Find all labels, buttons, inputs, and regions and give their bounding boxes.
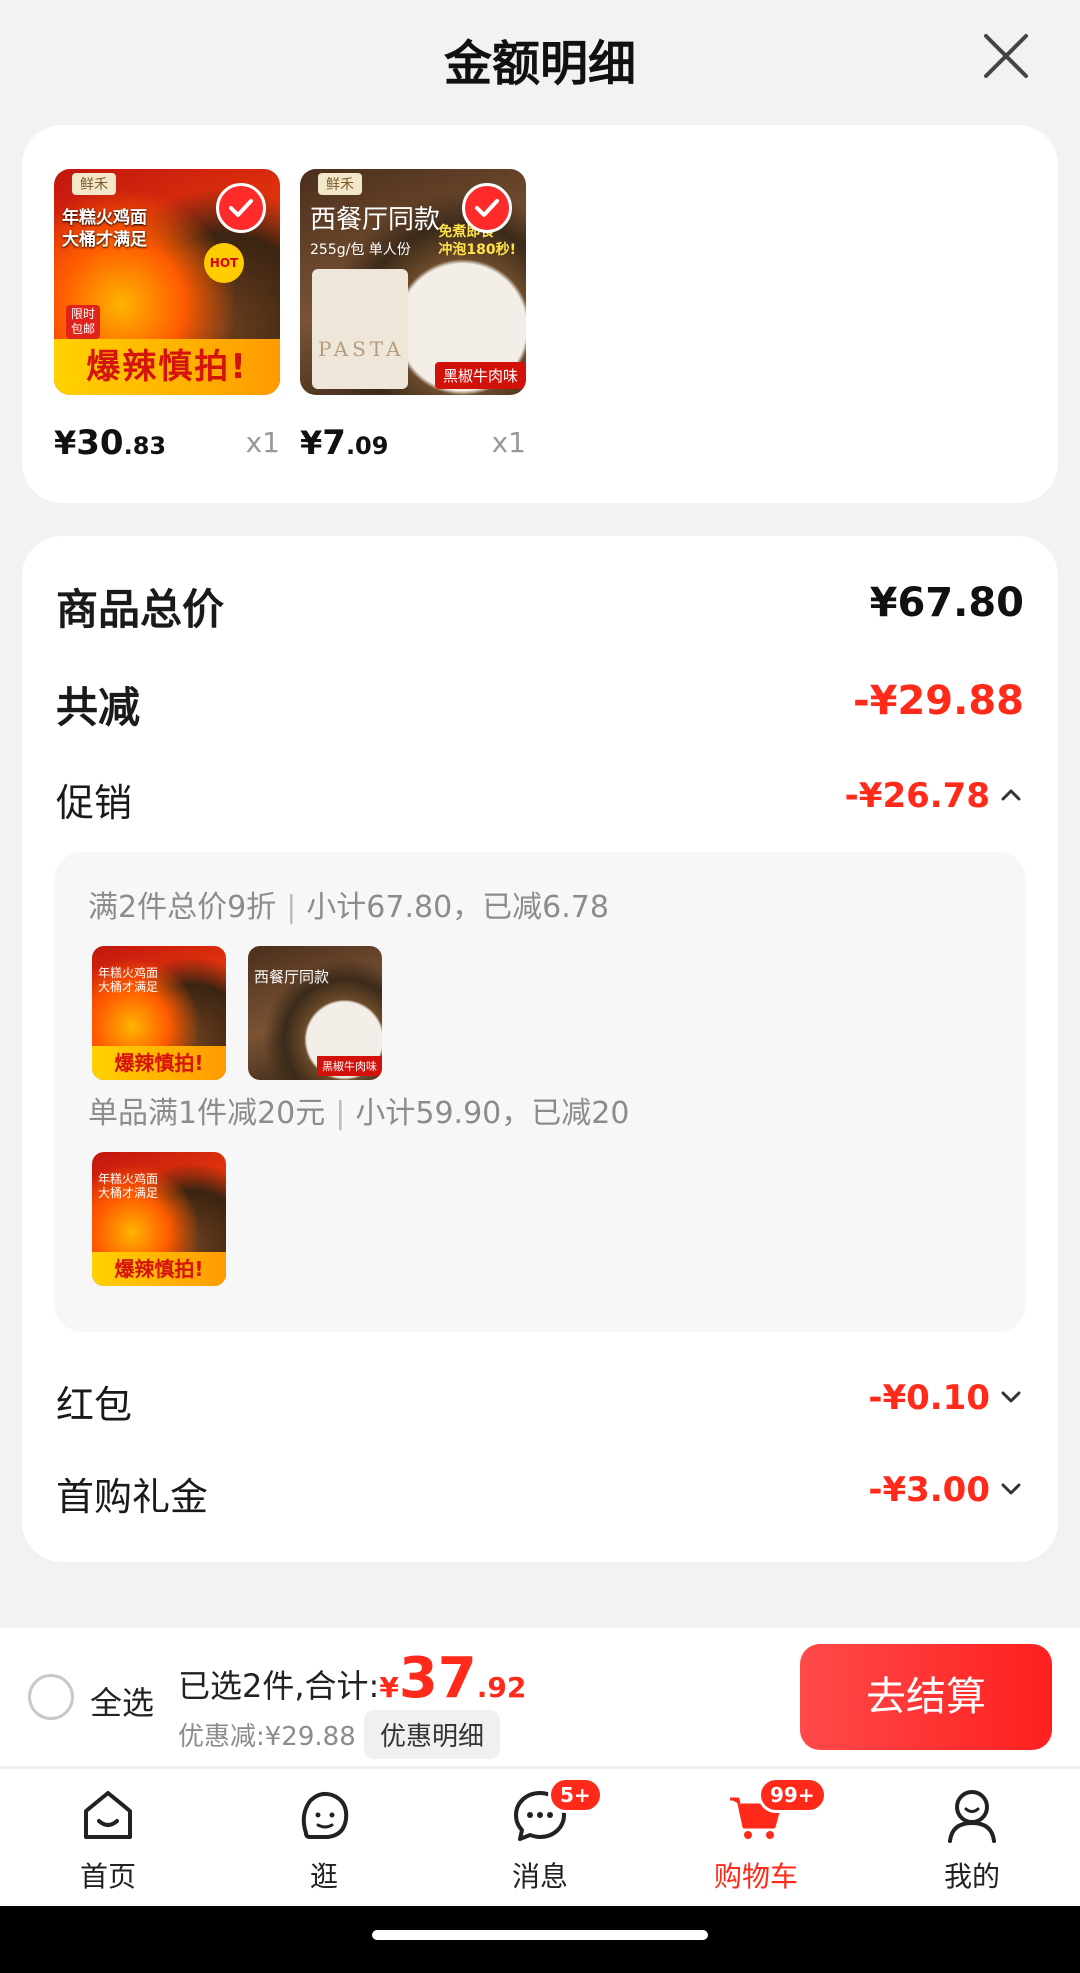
red-packet-value: -¥0.10 <box>868 1378 990 1418</box>
order-total: 已选2件,合计:¥37.92 <box>178 1646 527 1711</box>
promotion-label: 促销 <box>56 781 133 825</box>
bottom-tab-bar: 首页 逛 5+ 消息 99+ 购物车 我的 <box>0 1768 1080 1906</box>
first-purchase-bonus-value: -¥3.00 <box>868 1470 990 1510</box>
promo-rule: 满2件总价9折 | 小计67.80，已减6.78 <box>88 890 609 925</box>
product-flavor-tag: 黑椒牛肉味 <box>434 362 526 389</box>
tab-label: 购物车 <box>713 1860 798 1893</box>
promotion-details: 满2件总价9折 | 小计67.80，已减6.78 年糕火鸡面 大桶才满足 爆辣慎拍!… <box>54 852 1026 1332</box>
select-all-radio[interactable] <box>28 1674 74 1720</box>
profile-icon[interactable] <box>942 1785 1002 1845</box>
checkout-button[interactable]: 去结算 <box>800 1644 1052 1750</box>
close-icon[interactable] <box>980 30 1032 82</box>
promo-product-thumbnail[interactable]: 年糕火鸡面 大桶才满足 爆辣慎拍! <box>92 1152 226 1286</box>
brand-tag: 鲜禾 <box>72 173 116 195</box>
discount-detail-button[interactable]: 优惠明细 <box>364 1710 501 1759</box>
product-quantity: x1 <box>491 426 526 459</box>
tab-profile[interactable]: 我的 <box>902 1781 1042 1901</box>
promo-product-thumbnail[interactable]: 西餐厅同款 黑椒牛肉味 <box>248 946 382 1080</box>
system-navigation-bar <box>0 1906 1080 1973</box>
selected-check-icon[interactable] <box>216 183 266 233</box>
product-thumbnail[interactable]: 鲜禾 西餐厅同款 255g/包 单人份 免煮即食 冲泡180秒! PASTA 黑… <box>300 169 526 395</box>
tab-label: 我的 <box>943 1860 1000 1893</box>
product-item[interactable]: 鲜禾 西餐厅同款 255g/包 单人份 免煮即食 冲泡180秒! PASTA 黑… <box>300 169 526 463</box>
promo-product-thumbnail[interactable]: 年糕火鸡面 大桶才满足 爆辣慎拍! <box>92 946 226 1080</box>
product-thumbnail[interactable]: 鲜禾 年糕火鸡面 大桶才满足 HOT 限时 包邮 爆辣慎拍! <box>54 169 280 395</box>
product-price-row: ¥7.09 x1 <box>300 415 526 463</box>
checkout-bar: 全选 已选2件,合计:¥37.92 优惠减:¥29.88 优惠明细 去结算 <box>0 1628 1080 1766</box>
tab-browse[interactable]: 逛 <box>254 1781 394 1901</box>
browse-face-icon[interactable] <box>294 1785 354 1845</box>
promo-rule: 单品满1件减20元 | 小计59.90，已减20 <box>88 1096 630 1131</box>
product-list-card: 鲜禾 年糕火鸡面 大桶才满足 HOT 限时 包邮 爆辣慎拍! ¥30.83 x1… <box>22 125 1058 503</box>
product-spec: 255g/包 单人份 <box>310 242 411 258</box>
message-badge: 5+ <box>548 1777 603 1813</box>
red-packet-label: 红包 <box>56 1383 133 1427</box>
product-banner: 爆辣慎拍! <box>54 339 280 395</box>
product-price: ¥7.09 <box>300 423 389 463</box>
selected-check-icon[interactable] <box>462 183 512 233</box>
saved-amount: 优惠减:¥29.88 <box>178 1722 356 1752</box>
tab-cart[interactable]: 99+ 购物车 <box>686 1777 827 1901</box>
chevron-down-icon[interactable] <box>998 1476 1024 1502</box>
product-price: ¥30.83 <box>54 423 167 463</box>
tab-label: 逛 <box>309 1860 338 1893</box>
discount-row: 共减 -¥29.88 <box>56 674 1024 734</box>
product-headline: 西餐厅同款 <box>310 205 441 235</box>
product-package: PASTA <box>312 269 408 389</box>
total-price-row: 商品总价 ¥67.80 <box>56 576 1024 636</box>
brand-tag: 鲜禾 <box>318 173 362 195</box>
first-purchase-bonus-label: 首购礼金 <box>56 1475 209 1519</box>
promotion-value: -¥26.78 <box>844 776 990 816</box>
select-all-label[interactable]: 全选 <box>90 1678 154 1724</box>
chevron-up-icon[interactable] <box>998 782 1024 808</box>
red-packet-row[interactable]: 红包 -¥0.10 <box>56 1374 1024 1427</box>
header: 金额明细 <box>0 0 1080 118</box>
tab-label: 消息 <box>511 1860 568 1893</box>
product-item[interactable]: 鲜禾 年糕火鸡面 大桶才满足 HOT 限时 包邮 爆辣慎拍! ¥30.83 x1 <box>54 169 280 463</box>
tab-home[interactable]: 首页 <box>38 1781 178 1901</box>
home-indicator[interactable] <box>372 1930 708 1940</box>
first-purchase-bonus-row[interactable]: 首购礼金 -¥3.00 <box>56 1466 1024 1519</box>
promotion-row[interactable]: 促销 -¥26.78 <box>56 772 1024 825</box>
home-icon[interactable] <box>78 1785 138 1845</box>
page-title: 金额明细 <box>443 36 636 92</box>
price-breakdown-card: 商品总价 ¥67.80 共减 -¥29.88 促销 -¥26.78 满2件总价9… <box>22 536 1058 1562</box>
total-price-label: 商品总价 <box>56 585 225 634</box>
tab-label: 首页 <box>79 1860 136 1893</box>
product-quantity: x1 <box>245 426 280 459</box>
product-headline: 年糕火鸡面 大桶才满足 <box>62 208 147 250</box>
hot-badge: HOT <box>204 243 244 283</box>
tab-messages[interactable]: 5+ 消息 <box>470 1777 610 1901</box>
discount-label: 共减 <box>56 683 141 732</box>
discount-value: -¥29.88 <box>853 678 1024 724</box>
chevron-down-icon[interactable] <box>998 1384 1024 1410</box>
total-price-value: ¥67.80 <box>869 580 1024 626</box>
product-price-row: ¥30.83 x1 <box>54 415 280 463</box>
free-shipping-tag: 限时 包邮 <box>66 305 101 339</box>
close-button[interactable] <box>980 30 1032 82</box>
cart-badge: 99+ <box>758 1777 827 1813</box>
